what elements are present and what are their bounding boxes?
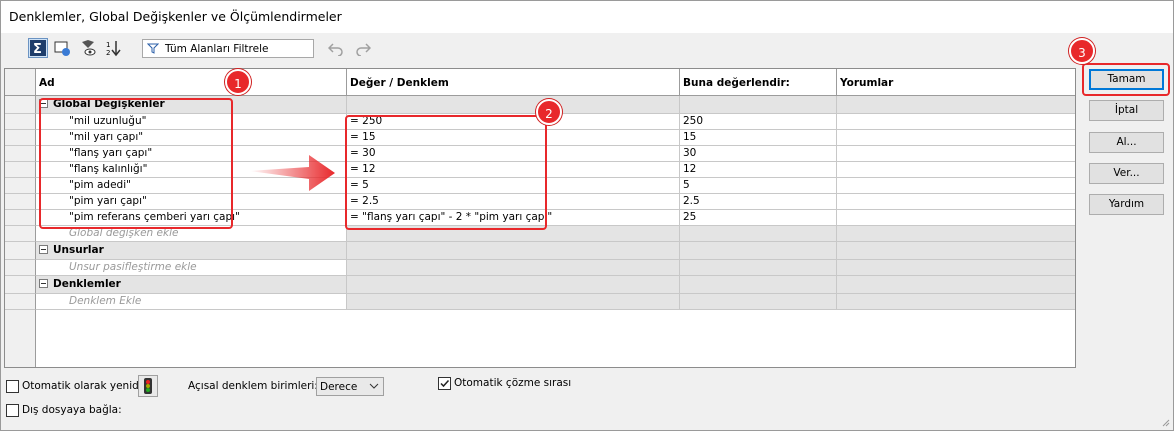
add-row-cell <box>680 294 837 310</box>
comment-cell[interactable] <box>837 178 1075 194</box>
annotation-badge-3: 3 <box>1069 38 1095 64</box>
link-external-label: Dış dosyaya bağla: <box>22 404 122 416</box>
check-icon <box>440 379 450 388</box>
group-header[interactable]: Denklemler <box>36 276 347 294</box>
angular-units-value: Derece <box>320 381 358 393</box>
comment-cell[interactable] <box>837 114 1075 130</box>
row-header[interactable] <box>5 226 36 242</box>
svg-text:2: 2 <box>106 49 110 57</box>
group-header-cell <box>347 276 680 294</box>
add-row-cell <box>680 260 837 276</box>
group-title: Unsurlar <box>53 244 104 256</box>
group-header-cell <box>680 276 837 294</box>
group-header[interactable]: Unsurlar <box>36 242 347 260</box>
undo-icon[interactable] <box>328 42 344 56</box>
annotation-badge-2: 2 <box>536 99 562 125</box>
row-header[interactable] <box>5 96 36 114</box>
comment-cell[interactable] <box>837 146 1075 162</box>
export-button[interactable]: Ver... <box>1089 163 1164 184</box>
add-row-cell <box>837 260 1075 276</box>
equations-dialog: Denklemler, Global Değişkenler ve Ölçüml… <box>0 0 1174 431</box>
evaluates-cell: 12 <box>680 162 837 178</box>
column-header-evaluates[interactable]: Buna değerlendir: <box>680 69 837 96</box>
filter-field[interactable]: Tüm Alanları Filtrele <box>142 39 314 58</box>
column-header-value[interactable]: Değer / Denklem <box>347 69 680 96</box>
evaluates-cell: 30 <box>680 146 837 162</box>
annotation-box-ok <box>1082 63 1170 96</box>
sort-order-icon[interactable]: 12 <box>104 38 124 58</box>
group-header-cell <box>347 242 680 260</box>
svg-text:1: 1 <box>106 41 110 49</box>
row-header[interactable] <box>5 194 36 210</box>
evaluates-cell: 250 <box>680 114 837 130</box>
evaluates-cell: 2.5 <box>680 194 837 210</box>
rebuild-button[interactable] <box>138 375 158 397</box>
annotation-box-names <box>39 98 233 229</box>
row-header[interactable] <box>5 178 36 194</box>
angular-units-label: Açısal denklem birimleri: <box>188 380 318 392</box>
window-title: Denklemler, Global Değişkenler ve Ölçüml… <box>9 9 342 24</box>
group-header-cell <box>837 242 1075 260</box>
annotation-arrow-icon <box>249 155 335 191</box>
comment-cell[interactable] <box>837 130 1075 146</box>
sigma-icon[interactable]: Σ <box>28 38 48 58</box>
add-row-hint[interactable]: Denklem Ekle <box>36 294 347 310</box>
group-header-cell <box>837 276 1075 294</box>
row-header[interactable] <box>5 114 36 130</box>
corner-header <box>5 69 36 96</box>
row-header[interactable] <box>5 162 36 178</box>
evaluates-cell: 5 <box>680 178 837 194</box>
angular-units-select[interactable]: Derece <box>316 377 384 396</box>
display-icon[interactable] <box>52 38 72 58</box>
add-row-cell <box>837 226 1075 242</box>
add-row-cell <box>680 226 837 242</box>
help-button[interactable]: Yardım <box>1089 194 1164 215</box>
add-row-cell <box>347 260 680 276</box>
row-header[interactable] <box>5 242 36 260</box>
group-header-cell <box>680 242 837 260</box>
comment-cell[interactable] <box>837 194 1075 210</box>
chevron-down-icon <box>369 383 379 389</box>
add-row-cell <box>837 294 1075 310</box>
column-header-comments[interactable]: Yorumlar <box>837 69 1075 96</box>
toolbar: Σ 12 Tüm Alanları Filtrele <box>1 34 1173 64</box>
auto-rebuild-checkbox[interactable] <box>6 380 19 393</box>
svg-text:Σ: Σ <box>33 42 42 57</box>
annotation-badge-1: 1 <box>225 69 251 95</box>
row-header[interactable] <box>5 294 36 310</box>
auto-solve-checkbox[interactable] <box>438 377 451 390</box>
funnel-icon <box>147 43 159 54</box>
add-row-hint[interactable]: Unsur pasifleştirme ekle <box>36 260 347 276</box>
evaluates-cell: 15 <box>680 130 837 146</box>
auto-rebuild-label: Otomatik olarak yenid <box>22 380 139 392</box>
row-header[interactable] <box>5 310 36 367</box>
open-button[interactable]: Al... <box>1089 132 1164 153</box>
row-header[interactable] <box>5 260 36 276</box>
group-header-cell <box>837 96 1075 114</box>
collapse-icon[interactable] <box>39 245 48 254</box>
resize-grip-icon[interactable] <box>1160 417 1170 427</box>
row-header[interactable] <box>5 130 36 146</box>
collapse-icon[interactable] <box>39 279 48 288</box>
row-header[interactable] <box>5 276 36 294</box>
comment-cell[interactable] <box>837 162 1075 178</box>
comment-cell[interactable] <box>837 210 1075 226</box>
row-header[interactable] <box>5 146 36 162</box>
cancel-button[interactable]: İptal <box>1089 100 1164 121</box>
auto-solve-label: Otomatik çözme sırası <box>454 377 572 389</box>
group-header-cell <box>680 96 837 114</box>
traffic-light-icon <box>144 378 152 394</box>
annotation-box-values <box>345 115 547 230</box>
filter-label: Tüm Alanları Filtrele <box>165 43 269 55</box>
add-row-cell <box>347 294 680 310</box>
filter-eye-icon[interactable] <box>78 38 98 58</box>
group-header-cell <box>347 96 680 114</box>
evaluates-cell: 25 <box>680 210 837 226</box>
row-header[interactable] <box>5 210 36 226</box>
group-title: Denklemler <box>53 278 121 290</box>
link-external-checkbox[interactable] <box>6 404 19 417</box>
title-bar: Denklemler, Global Değişkenler ve Ölçüml… <box>1 1 1173 33</box>
redo-icon[interactable] <box>355 42 371 56</box>
column-header-name[interactable]: Ad <box>36 69 347 96</box>
